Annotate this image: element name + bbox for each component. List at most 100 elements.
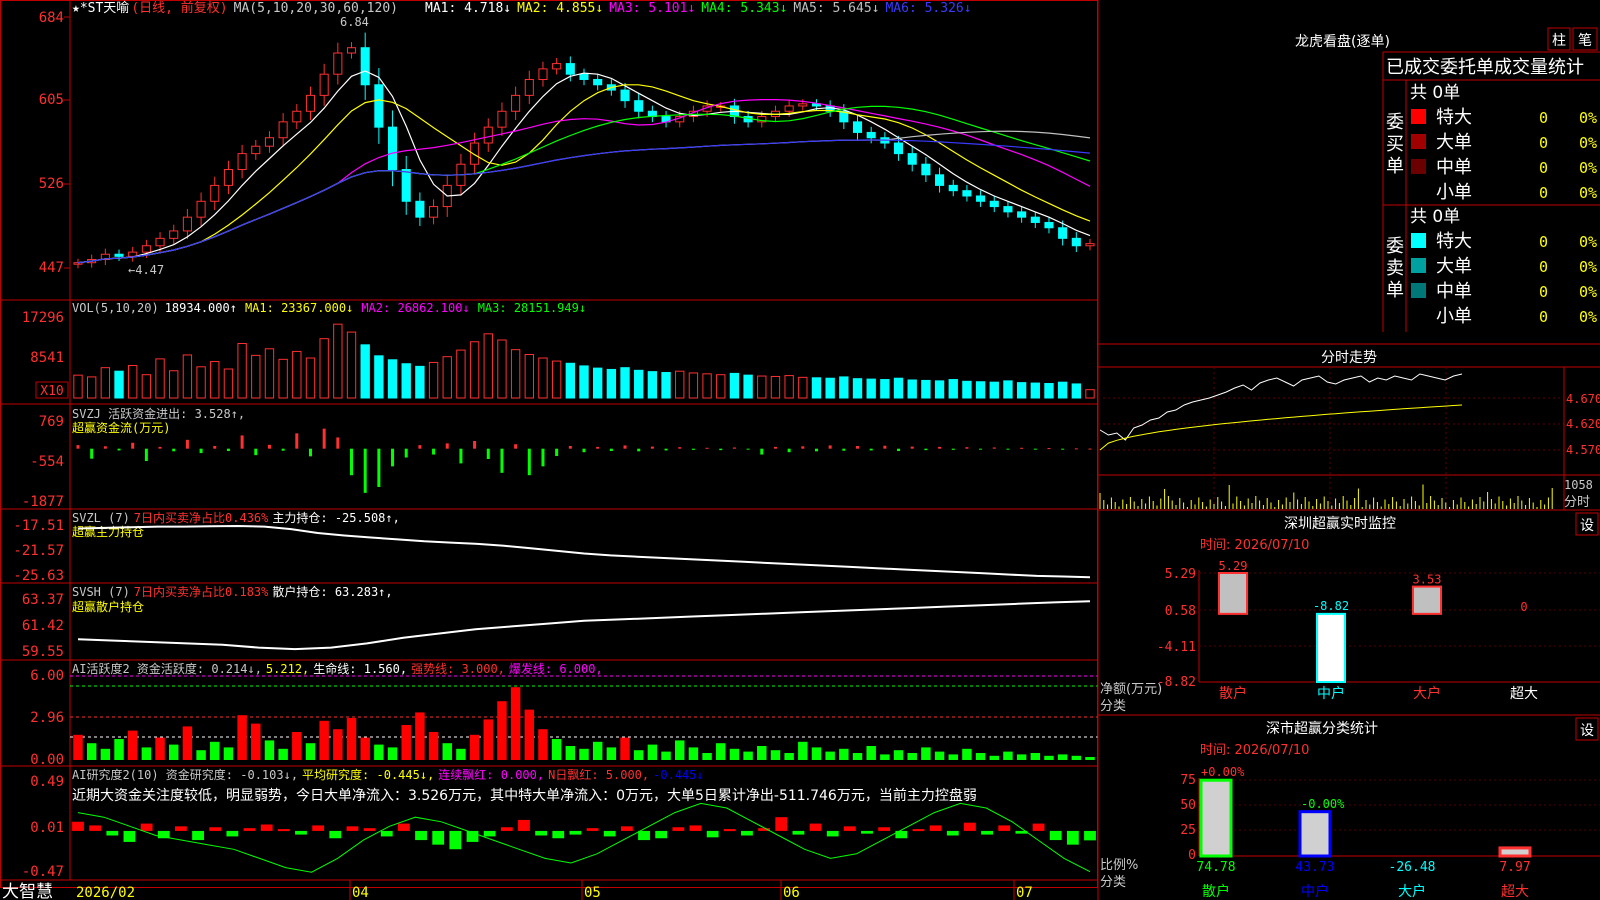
volume-bar <box>278 358 288 399</box>
stat-settings-button[interactable]: 设 <box>1575 717 1599 741</box>
ai-activity-bar <box>387 747 398 760</box>
candle-body <box>251 145 261 155</box>
ma-title: MA(5,10,20,30,60,120) <box>234 1 398 16</box>
vol-axis: 17296 8541 <box>22 310 64 366</box>
volume-bar <box>456 349 466 399</box>
svzj-bar <box>226 448 230 452</box>
ai-activity-bar <box>1071 755 1082 760</box>
svzj-bar <box>254 448 258 456</box>
candle-body <box>360 47 370 86</box>
svzj-bar <box>103 446 107 449</box>
candle-body <box>182 216 192 232</box>
ai-activity-bar <box>169 744 179 760</box>
monitor-settings-button[interactable]: 设 <box>1575 512 1599 536</box>
svzj-bar <box>377 448 381 487</box>
ai-act-burst: 爆发线: 6.000, <box>509 661 603 676</box>
intraday-unit: 分时 <box>1564 495 1590 510</box>
svzj-bar <box>938 446 942 449</box>
ai-activity-bar <box>1044 755 1054 760</box>
ai-activity-bar <box>196 750 206 760</box>
candle-body <box>976 195 986 202</box>
ai-research-bar <box>363 828 376 831</box>
candle-body <box>141 245 151 253</box>
row-percent: 0% <box>1579 159 1597 177</box>
ai-act-tick-high: 6.00 <box>30 668 64 684</box>
candle-body <box>1044 221 1054 229</box>
volume-bar <box>1016 382 1027 399</box>
ai-research-bar <box>981 830 993 835</box>
mode-tick-button[interactable]: 笔 <box>1572 27 1598 51</box>
ai-research-bar <box>329 830 342 839</box>
svzj-bar <box>828 445 832 449</box>
volume-bar <box>565 362 576 399</box>
volume-bar <box>1057 381 1068 399</box>
candle-body <box>852 121 863 133</box>
svsh-title: SVSH (7) <box>72 585 130 599</box>
stat-category: 大户 <box>1398 883 1426 900</box>
svzj-bar <box>1047 448 1051 450</box>
candle-body <box>223 169 233 186</box>
vol-tick-mid: 8541 <box>30 350 64 366</box>
svzl-tick-high: -17.51 <box>13 518 64 534</box>
svzj-bar <box>856 446 860 449</box>
volume-bar <box>442 356 452 399</box>
ma-item: MA4: 5.343↓ <box>701 1 787 16</box>
svzj-bar <box>705 447 709 449</box>
volume-bar <box>387 359 398 399</box>
volume-bar <box>483 333 493 399</box>
monitor-bars: 5.29 散户 -8.82 中户 3.53 大户 0 超大 <box>1218 559 1538 702</box>
ai-act-tick-mid: 2.96 <box>30 710 64 726</box>
ai-research-bar <box>878 827 891 831</box>
ai-research-bar <box>655 830 668 839</box>
ai-activity-bar <box>757 746 767 760</box>
volume-bar <box>716 374 726 399</box>
ai-act-title: AI活跃度2 资金活跃度: 0.214↓, <box>72 661 262 676</box>
svzl-title: SVZL (7) <box>72 511 130 525</box>
ai-research-bar <box>1032 823 1045 831</box>
date-tick: 04 <box>352 885 369 900</box>
vol-ma2: MA2: 26862.100↓ <box>361 301 469 315</box>
row-value: 0 <box>1539 184 1548 202</box>
svzj-bar <box>842 448 846 451</box>
volume-bar <box>989 381 999 399</box>
svzj-bar <box>473 441 477 449</box>
svzj-bar <box>199 448 203 454</box>
svzj-bar <box>582 448 586 453</box>
svzj-bar <box>883 445 887 449</box>
svsh-red: 7日内买卖净占比0.183% <box>134 584 269 599</box>
ai-research-bar <box>346 826 359 831</box>
vol-ma1: MA1: 23367.000↓ <box>245 301 353 315</box>
ai-activity-bar <box>839 748 849 760</box>
ai-research-bar <box>312 825 325 831</box>
svzl-red: 7日内买卖净占比0.436% <box>134 510 269 525</box>
intraday-avg-line <box>1099 404 1463 451</box>
ai-res-last: -0.445↓ <box>653 768 704 782</box>
ai-research-bar <box>1049 830 1062 841</box>
ai-research-bar <box>569 830 582 835</box>
ai-research-avg-line <box>77 802 1091 873</box>
volume-bar <box>975 381 986 399</box>
ai-research-bar <box>500 827 513 831</box>
volume-bar <box>702 373 712 399</box>
ai-activity-bar <box>401 725 411 760</box>
mode-bar-button[interactable]: 柱 <box>1547 27 1571 51</box>
candle-body <box>401 169 411 202</box>
monitor-axes <box>1198 570 1600 683</box>
svzj-bar <box>1006 448 1010 450</box>
svzj-bar <box>555 448 559 457</box>
volume-bar <box>141 374 152 399</box>
stat-bars: 74.78 散户 43.73 中户 -26.48 大户 7.97 超大 <box>1196 778 1532 900</box>
row-percent: 0% <box>1579 283 1597 301</box>
svzj-bar <box>295 433 299 449</box>
candle-body <box>114 253 124 257</box>
ai-research-bar <box>620 826 633 831</box>
monitor-category: 大户 <box>1413 685 1441 702</box>
stock-chart-canvas: ★*ST天喻 (日线, 前复权) MA(5,10,20,30,60,120) MA1… <box>0 0 1600 900</box>
svg-text:SVZL (7)7日内买卖净占比0.436%主力持仓: -2: SVZL (7) 7日内买卖净占比0.436% 主力持仓: -25.508↑, <box>72 510 400 525</box>
svzj-bar <box>650 446 654 449</box>
stat-bar <box>1498 846 1532 858</box>
stat-top-label: +0.00% <box>1201 765 1245 779</box>
ai-research-bar <box>689 825 702 831</box>
volume-bar <box>292 350 302 399</box>
monitor-bar-value: -8.82 <box>1313 599 1349 613</box>
